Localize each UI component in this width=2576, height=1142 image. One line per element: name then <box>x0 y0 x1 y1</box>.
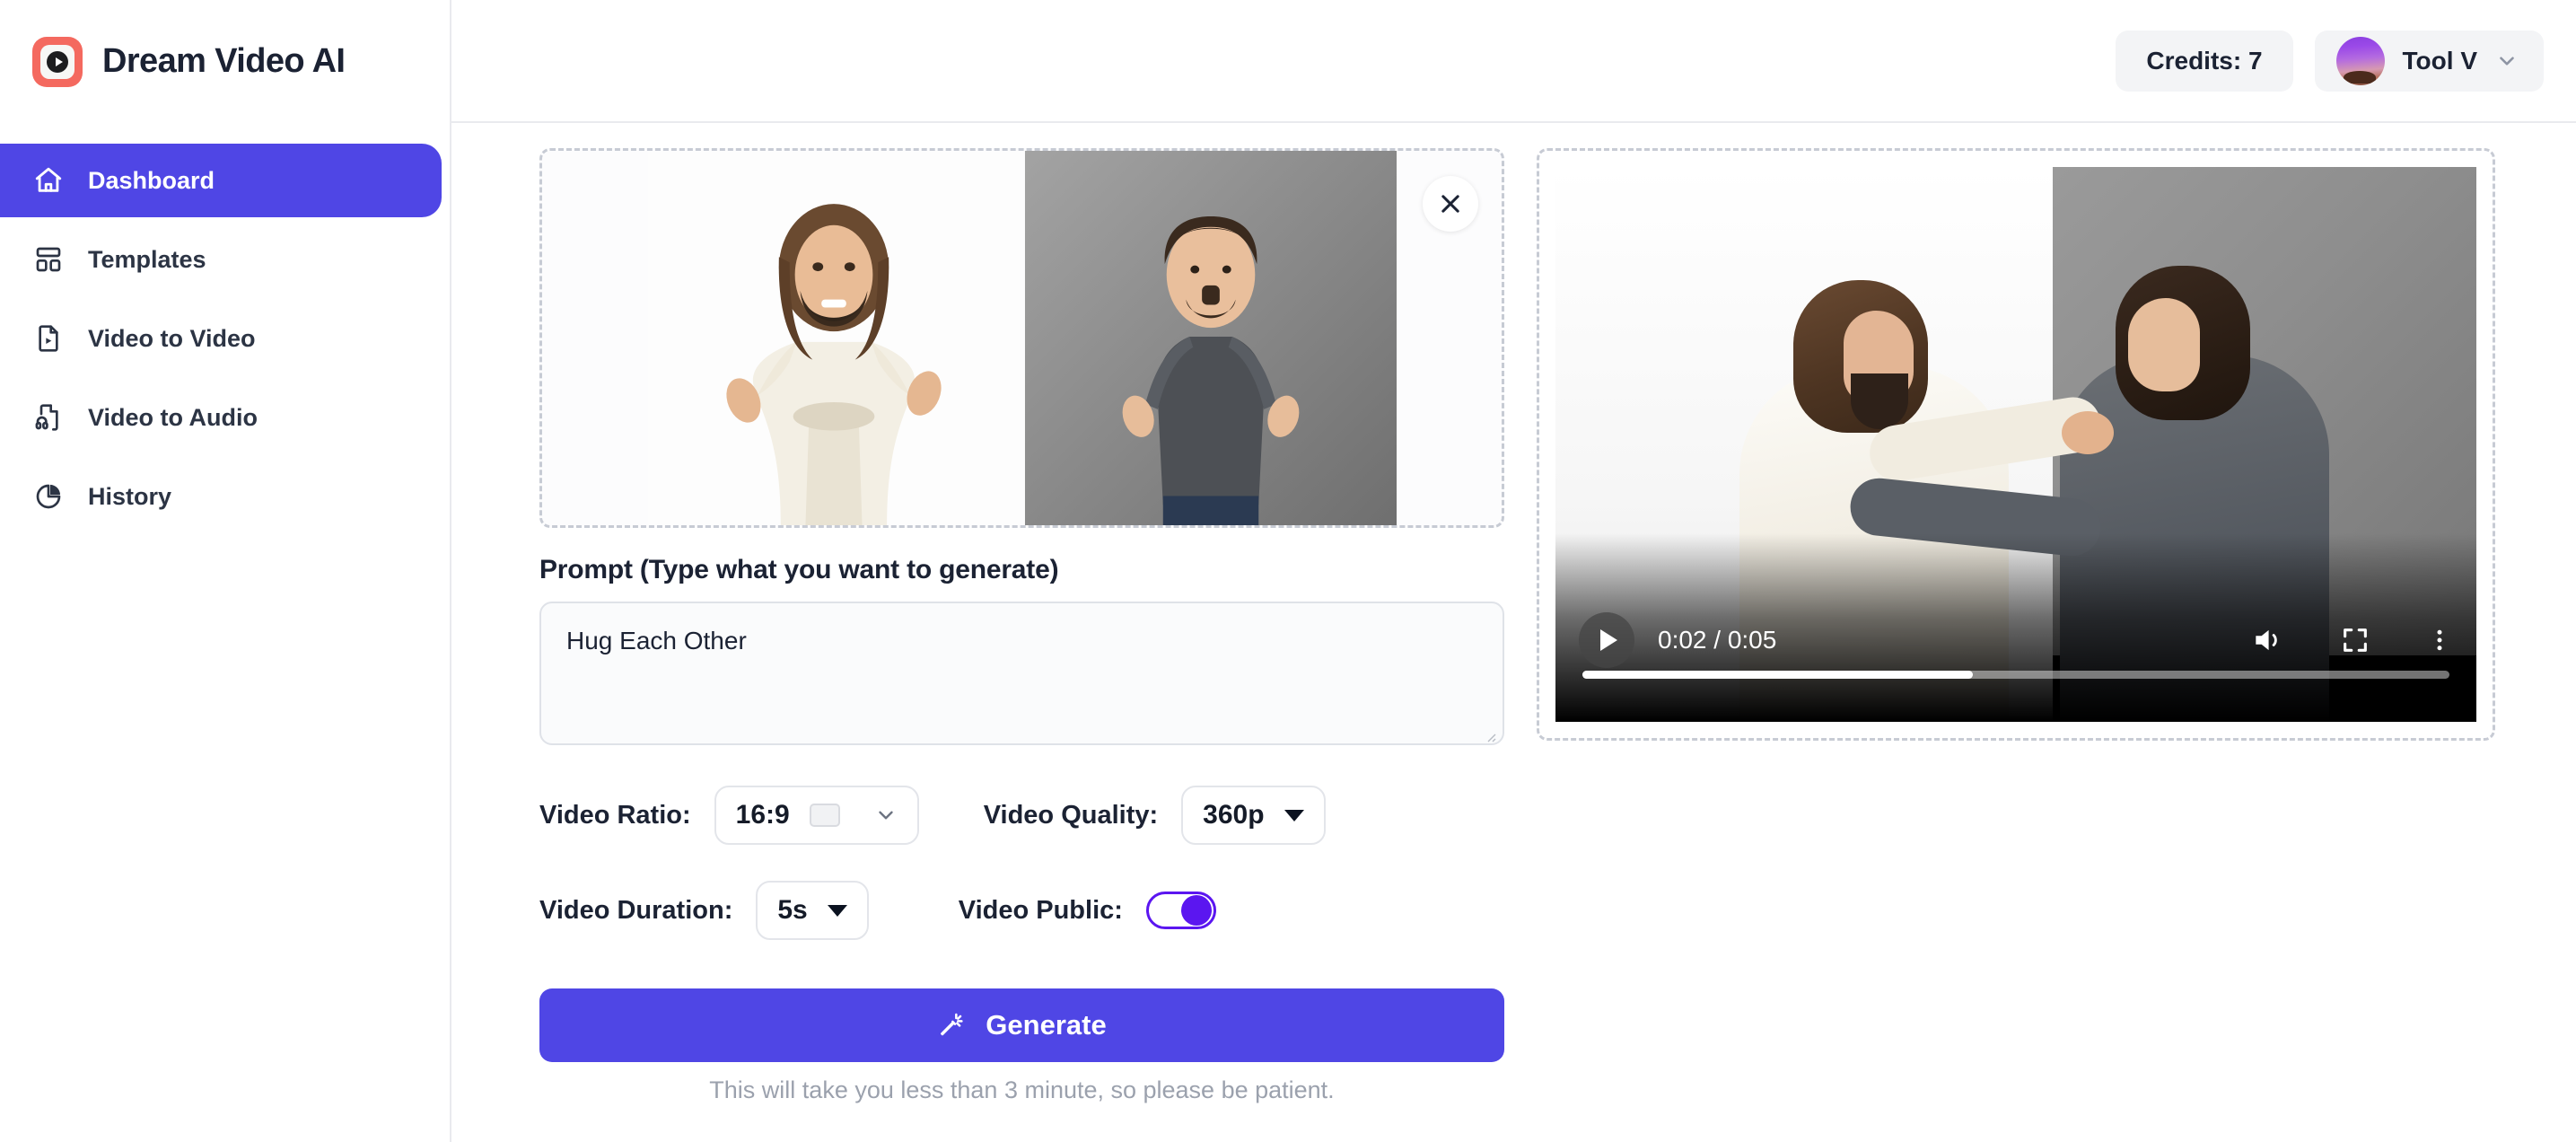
sidebar-item-video-to-video[interactable]: Video to Video <box>0 302 450 375</box>
chevron-down-icon <box>2495 49 2519 73</box>
magic-wand-icon <box>937 1011 966 1040</box>
video-public-toggle[interactable] <box>1145 892 1216 929</box>
video-duration-select[interactable]: 5s <box>756 881 869 940</box>
video-duration-value: 5s <box>777 895 808 925</box>
reference-image-1 <box>645 151 1022 525</box>
sidebar: Dream Video AI Dashboard Templates Video… <box>0 0 451 1142</box>
sidebar-item-dashboard[interactable]: Dashboard <box>0 144 442 217</box>
caret-down-icon <box>827 904 847 917</box>
sidebar-item-templates[interactable]: Templates <box>0 223 450 296</box>
caret-down-icon <box>1284 809 1304 821</box>
video-hand <box>2062 410 2115 454</box>
sidebar-item-label: Templates <box>88 245 206 273</box>
content: Prompt (Type what you want to generate) … <box>451 123 2576 1104</box>
sidebar-item-history[interactable]: History <box>0 460 450 533</box>
play-badge-icon <box>32 36 83 87</box>
pie-chart-icon <box>32 480 65 513</box>
credits-badge[interactable]: Credits: 7 <box>2116 30 2293 92</box>
user-menu[interactable]: Tool V <box>2314 30 2544 92</box>
sidebar-item-label: Video to Video <box>88 324 256 352</box>
fullscreen-icon[interactable] <box>2340 625 2370 655</box>
aspect-ratio-preview-icon <box>809 804 840 827</box>
sidebar-item-label: Dashboard <box>88 166 215 194</box>
sidebar-item-label: Video to Audio <box>88 403 258 431</box>
main-area: Credits: 7 Tool V Prompt (Type what you … <box>451 0 2576 1142</box>
brand-name: Dream Video AI <box>102 42 346 80</box>
video-preview-panel: 0:02 / 0:05 <box>1537 148 2495 1104</box>
reference-image-2 <box>1022 151 1399 525</box>
sidebar-item-label: History <box>88 482 172 510</box>
image-upload-area[interactable] <box>539 148 1504 528</box>
prompt-label: Prompt (Type what you want to generate) <box>539 555 1059 584</box>
ratio-quality-row: Video Ratio: 16:9 Video Quality: 360p <box>539 786 1504 845</box>
volume-icon[interactable] <box>2250 623 2284 657</box>
video-time: 0:02 / 0:05 <box>1658 626 1777 654</box>
app-root: Dream Video AI Dashboard Templates Video… <box>0 0 2576 1142</box>
video-controls: 0:02 / 0:05 <box>1555 587 2476 722</box>
generate-note: This will take you less than 3 minute, s… <box>709 1076 1335 1103</box>
video-progress-fill <box>1582 671 1973 679</box>
video-public-label: Video Public: <box>958 895 1123 925</box>
home-icon <box>32 164 65 197</box>
layout-template-icon <box>32 243 65 276</box>
avatar <box>2335 36 2385 85</box>
generate-button-label: Generate <box>986 1009 1107 1041</box>
video-ratio-label: Video Ratio: <box>539 800 691 830</box>
user-name: Tool V <box>2402 46 2477 75</box>
video-ratio-select[interactable]: 16:9 <box>714 786 919 845</box>
video-player[interactable]: 0:02 / 0:05 <box>1555 167 2476 722</box>
sidebar-item-video-to-audio[interactable]: Video to Audio <box>0 381 450 454</box>
more-vertical-icon[interactable] <box>2426 627 2453 654</box>
video-frame: 0:02 / 0:05 <box>1537 148 2495 741</box>
sidebar-nav: Dashboard Templates Video to Video Video… <box>0 123 450 533</box>
video-quality-select[interactable]: 360p <box>1181 786 1326 845</box>
generator-form: Prompt (Type what you want to generate) … <box>539 148 1504 1104</box>
duration-public-row: Video Duration: 5s Video Public: <box>539 881 1504 940</box>
file-audio-icon <box>32 401 65 434</box>
video-ratio-value: 16:9 <box>735 800 790 830</box>
generate-button[interactable]: Generate <box>539 988 1504 1062</box>
video-quality-value: 360p <box>1203 800 1265 830</box>
file-video-icon <box>32 322 65 355</box>
brand-logo[interactable]: Dream Video AI <box>0 0 450 123</box>
chevron-down-icon <box>874 804 898 827</box>
toggle-knob <box>1180 895 1212 926</box>
play-icon[interactable] <box>1579 612 1634 668</box>
video-duration-label: Video Duration: <box>539 895 733 925</box>
prompt-input[interactable] <box>539 602 1504 745</box>
close-icon[interactable] <box>1423 176 1478 232</box>
topbar: Credits: 7 Tool V <box>451 0 2576 123</box>
video-quality-label: Video Quality: <box>983 800 1159 830</box>
video-progress-bar[interactable] <box>1582 671 2449 679</box>
